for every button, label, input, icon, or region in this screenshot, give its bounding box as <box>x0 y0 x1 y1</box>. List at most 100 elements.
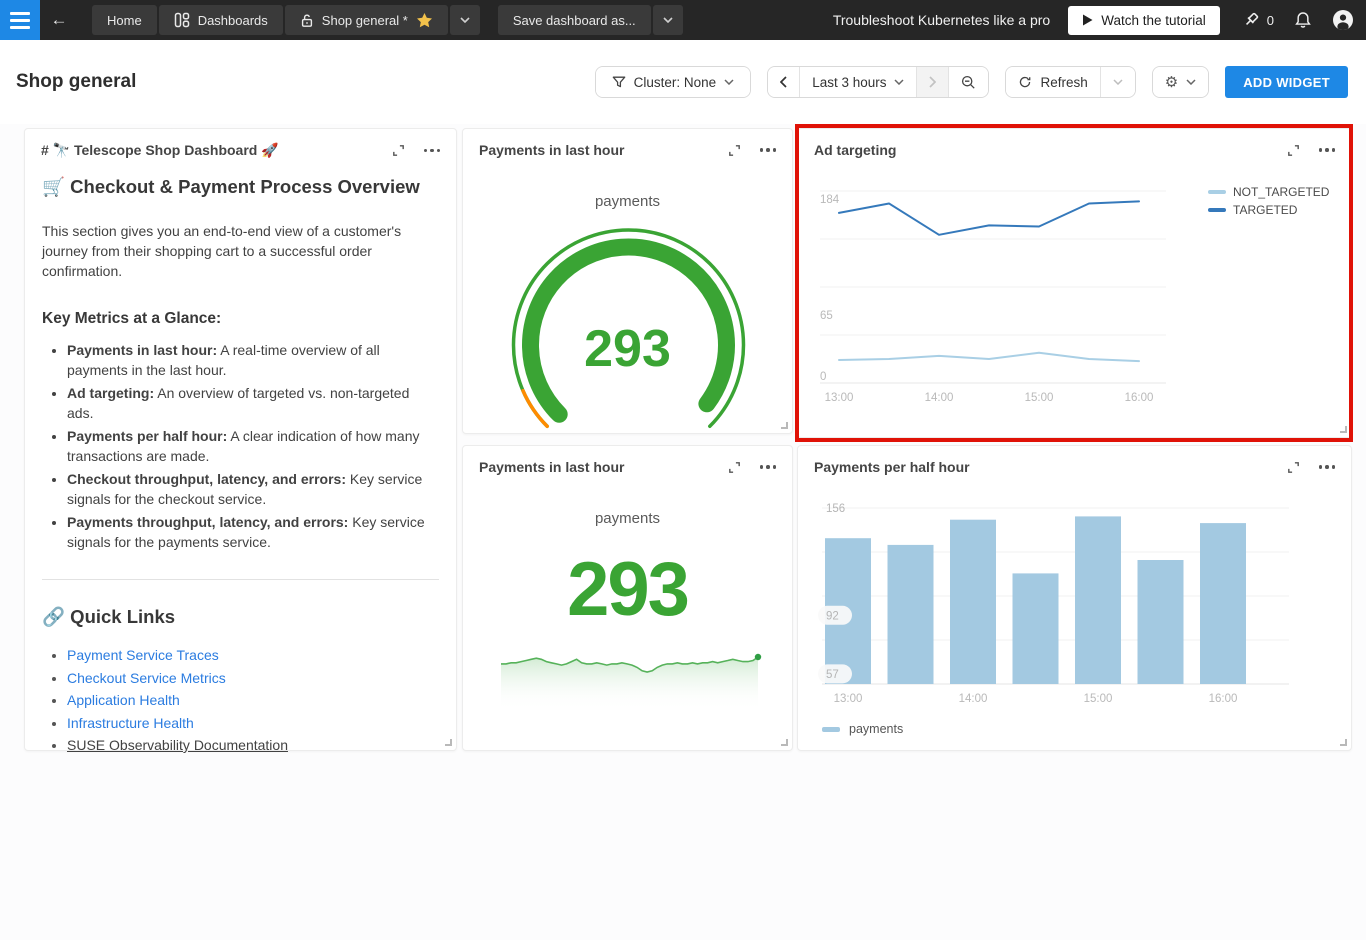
save-options-chevron[interactable] <box>653 5 683 35</box>
refresh-options-chevron[interactable] <box>1100 67 1135 97</box>
dashboard-options-chevron[interactable] <box>450 5 480 35</box>
refresh-button[interactable]: Refresh <box>1006 67 1099 97</box>
quick-links-list: Payment Service Traces Checkout Service … <box>42 648 439 754</box>
cluster-filter-button[interactable]: Cluster: None <box>596 67 751 97</box>
quick-link[interactable]: Checkout Service Metrics <box>67 670 226 686</box>
metrics-heading: Key Metrics at a Glance: <box>42 310 439 328</box>
list-item: Ad targeting: An overview of targeted vs… <box>67 383 439 423</box>
list-item: Checkout Service Metrics <box>67 671 439 687</box>
dashboards-icon <box>174 12 190 28</box>
number-series-label: payments <box>463 510 792 527</box>
chevron-left-icon <box>780 76 787 88</box>
legend-item[interactable]: TARGETED <box>1208 203 1329 217</box>
chevron-down-icon <box>663 17 673 23</box>
page-header: Shop general Cluster: None Last 3 hours <box>0 40 1366 124</box>
navbar-right: 0 <box>1242 9 1354 31</box>
list-item: Application Health <box>67 693 439 709</box>
list-item: Payments in last hour: A real-time overv… <box>67 340 439 380</box>
sparkline-chart <box>463 652 794 716</box>
svg-text:57: 57 <box>826 669 839 681</box>
resize-handle[interactable] <box>1340 426 1347 433</box>
gauge-value: 293 <box>463 319 792 379</box>
cluster-filter: Cluster: None <box>595 66 752 98</box>
widget-header: Ad targeting <box>798 129 1351 158</box>
time-range-control: Last 3 hours <box>767 66 989 98</box>
svg-text:13:00: 13:00 <box>825 392 854 404</box>
avatar <box>1332 9 1354 31</box>
time-back-button[interactable] <box>768 67 799 97</box>
quick-link[interactable]: SUSE Observability Documentation <box>67 737 288 753</box>
nav-dashboards-button[interactable]: Dashboards <box>159 5 283 35</box>
cluster-filter-label: Cluster: None <box>634 75 717 90</box>
quick-link[interactable]: Payment Service Traces <box>67 647 219 663</box>
unlocked-icon <box>300 13 314 28</box>
widget-markdown: # 🔭 Telescope Shop Dashboard 🚀 🛒 Checkou… <box>24 128 457 751</box>
widget-title: Payments in last hour <box>479 142 727 158</box>
pinned-items-button[interactable]: 0 <box>1242 11 1274 29</box>
expand-icon[interactable] <box>1286 143 1301 158</box>
widget-title: Payments per half hour <box>814 459 1286 475</box>
settings-button[interactable]: ⚙ <box>1153 67 1208 97</box>
page-title: Shop general <box>16 71 136 93</box>
legend-label: NOT_TARGETED <box>1233 185 1329 199</box>
resize-handle[interactable] <box>1340 739 1347 746</box>
expand-icon[interactable] <box>727 143 742 158</box>
promo-text: Troubleshoot Kubernetes like a pro <box>833 12 1050 28</box>
favorite-star-icon[interactable] <box>416 12 433 29</box>
nav-home-button[interactable]: Home <box>92 5 157 35</box>
time-range-button[interactable]: Last 3 hours <box>799 67 916 97</box>
zoom-out-time-button[interactable] <box>948 67 988 97</box>
refresh-icon <box>1018 75 1032 89</box>
widget-menu-icon[interactable] <box>760 144 777 156</box>
save-dashboard-as-button[interactable]: Save dashboard as... <box>498 5 651 35</box>
chart-legend[interactable]: payments <box>822 722 903 736</box>
svg-text:184: 184 <box>820 194 840 206</box>
nav-current-dashboard-button[interactable]: Shop general * <box>285 5 448 35</box>
widget-payments-per-half-hour: Payments per half hour 156 92 57 13:00 14:00… <box>797 445 1352 751</box>
resize-handle[interactable] <box>781 422 788 429</box>
notifications-button[interactable] <box>1294 11 1312 29</box>
add-widget-button[interactable]: ADD WIDGET <box>1225 66 1348 98</box>
legend-swatch <box>822 727 840 732</box>
zoom-out-icon <box>961 75 976 90</box>
chart-legend: NOT_TARGETED TARGETED <box>1208 185 1329 217</box>
gear-icon: ⚙ <box>1165 75 1178 90</box>
widget-menu-icon[interactable] <box>424 145 441 157</box>
back-arrow-icon[interactable]: ← <box>40 0 78 40</box>
svg-text:14:00: 14:00 <box>959 693 988 705</box>
quick-link[interactable]: Application Health <box>67 692 180 708</box>
list-item: Checkout throughput, latency, and errors… <box>67 469 439 509</box>
expand-icon[interactable] <box>391 143 406 158</box>
legend-swatch <box>1208 208 1226 213</box>
svg-text:13:00: 13:00 <box>834 693 863 705</box>
watch-tutorial-button[interactable]: Watch the tutorial <box>1068 6 1220 35</box>
widget-title: Payments in last hour <box>479 459 727 475</box>
metrics-list: Payments in last hour: A real-time overv… <box>42 340 439 552</box>
quick-link[interactable]: Infrastructure Health <box>67 715 194 731</box>
svg-text:15:00: 15:00 <box>1084 693 1113 705</box>
chevron-down-icon <box>1113 79 1123 85</box>
legend-item[interactable]: NOT_TARGETED <box>1208 185 1329 199</box>
bell-icon <box>1294 11 1312 29</box>
chevron-down-icon <box>460 17 470 23</box>
svg-text:156: 156 <box>826 503 845 515</box>
widget-menu-icon[interactable] <box>1319 461 1336 473</box>
pin-count: 0 <box>1267 13 1274 28</box>
legend-swatch <box>1208 190 1226 195</box>
widget-header: Payments per half hour <box>798 446 1351 475</box>
expand-icon[interactable] <box>1286 460 1301 475</box>
svg-text:92: 92 <box>826 610 839 622</box>
widget-menu-icon[interactable] <box>1319 144 1336 156</box>
resize-handle[interactable] <box>781 739 788 746</box>
legend-label: TARGETED <box>1233 203 1297 217</box>
chevron-down-icon <box>724 79 734 85</box>
resize-handle[interactable] <box>445 739 452 746</box>
expand-icon[interactable] <box>727 460 742 475</box>
time-forward-button[interactable] <box>916 67 948 97</box>
menu-icon[interactable] <box>0 0 40 40</box>
save-group: Save dashboard as... <box>498 5 683 35</box>
widget-menu-icon[interactable] <box>760 461 777 473</box>
filter-funnel-icon <box>612 76 626 89</box>
user-menu-button[interactable] <box>1332 9 1354 31</box>
widget-header: # 🔭 Telescope Shop Dashboard 🚀 <box>25 129 456 159</box>
